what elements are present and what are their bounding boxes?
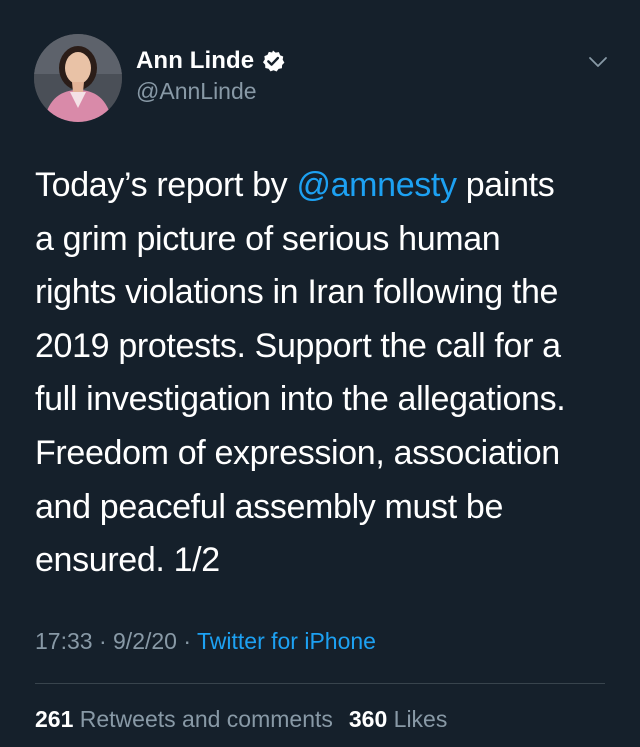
tweet-line: rights violations in Iran following the <box>35 273 559 312</box>
meta-separator: · <box>92 628 114 654</box>
tweet-card: Ann Linde @AnnLinde Today’s report by @a… <box>0 0 640 747</box>
tweet-date[interactable]: 9/2/20 <box>113 628 177 654</box>
tweet-meta: 17:33 · 9/2/20 · Twitter for iPhone <box>35 628 376 655</box>
mention-link[interactable]: @amnesty <box>296 166 457 204</box>
tweet-line: 2019 protests. Support the call for a <box>35 326 561 365</box>
likes-count: 360 <box>348 706 388 732</box>
tweet-line: full investigation into the allegations. <box>35 380 566 419</box>
tweet-text-segment: paints <box>456 166 555 204</box>
tweet-text-segment: Today’s report by <box>35 166 297 204</box>
retweets-stat[interactable]: 261 Retweets and comments <box>35 706 333 732</box>
meta-separator: · <box>176 628 197 654</box>
tweet-time[interactable]: 17:33 <box>35 628 93 654</box>
avatar-image <box>34 34 122 122</box>
retweets-count: 261 <box>35 706 74 732</box>
likes-label: Likes <box>393 706 448 732</box>
chevron-down-icon[interactable] <box>586 50 610 74</box>
display-name[interactable]: Ann Linde <box>136 47 254 75</box>
tweet-line: Today’s report by @amnesty paints <box>35 159 620 213</box>
tweet-line: a grim picture of serious human <box>35 219 501 258</box>
retweets-label: Retweets and comments <box>79 706 333 732</box>
likes-stat[interactable]: 360 Likes <box>349 706 447 732</box>
verified-badge-icon <box>261 49 285 73</box>
tweet-source-link[interactable]: Twitter for iPhone <box>197 628 376 654</box>
tweet-stats: 261 Retweets and comments 360 Likes <box>35 706 447 733</box>
tweet-line: and peaceful assembly must be <box>35 487 504 526</box>
avatar[interactable] <box>34 34 122 122</box>
tweet-line: Freedom of expression, association <box>35 433 560 472</box>
tweet-line: ensured. 1/2 <box>35 541 220 580</box>
tweet-text: Today’s report by @amnesty paints a grim… <box>35 159 620 588</box>
user-handle[interactable]: @AnnLinde <box>136 78 285 105</box>
name-row: Ann Linde <box>136 46 285 76</box>
author-info[interactable]: Ann Linde @AnnLinde <box>136 46 285 105</box>
divider <box>35 683 605 684</box>
